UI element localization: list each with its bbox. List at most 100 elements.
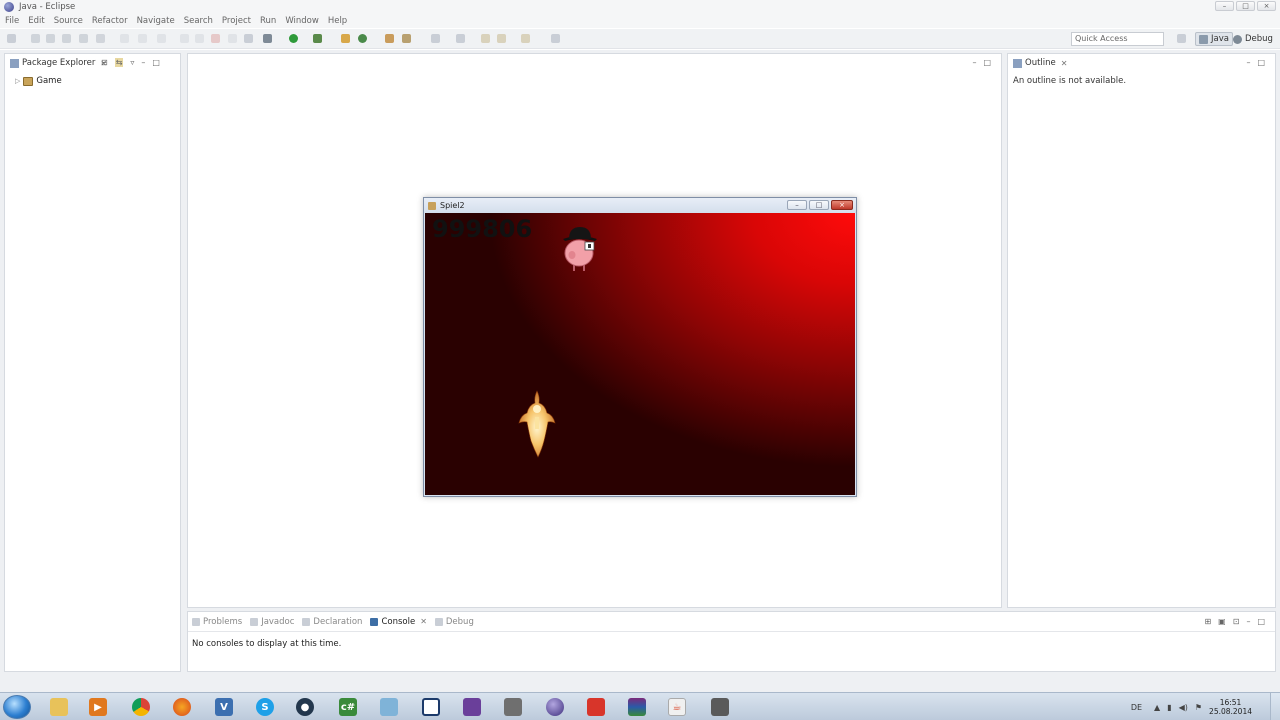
game-close-button[interactable]: ×: [831, 200, 853, 210]
expand-icon[interactable]: ▷: [15, 77, 20, 85]
toolbar-icon[interactable]: [551, 34, 560, 43]
new-package-icon[interactable]: [358, 34, 367, 43]
open-type-icon[interactable]: [385, 34, 394, 43]
link-with-editor-icon[interactable]: ⇆: [114, 58, 124, 67]
menu-source[interactable]: Source: [54, 16, 83, 26]
eclipse-icon: [4, 2, 14, 12]
toolbar-icon[interactable]: [456, 34, 465, 43]
minimize-view-icon[interactable]: –: [1246, 58, 1250, 67]
toolbar-icon[interactable]: [120, 34, 129, 43]
tab-declaration[interactable]: Declaration: [302, 617, 362, 627]
tab-problems[interactable]: Problems: [192, 617, 242, 627]
steam-icon[interactable]: ●: [287, 696, 323, 718]
toolbar-icon[interactable]: [180, 34, 189, 43]
new-java-project-icon[interactable]: [341, 34, 350, 43]
tab-console[interactable]: Console ✕: [370, 617, 427, 627]
window-icon[interactable]: [413, 696, 449, 718]
menu-search[interactable]: Search: [184, 16, 213, 26]
tab-debug[interactable]: Debug: [434, 617, 474, 627]
menu-window[interactable]: Window: [285, 16, 319, 26]
other-icon[interactable]: [702, 696, 738, 718]
collapse-all-icon[interactable]: ⊟: [101, 58, 108, 67]
close-icon[interactable]: ✕: [1061, 59, 1068, 68]
tree-item-game[interactable]: ▷ Game: [15, 76, 62, 86]
open-console-icon[interactable]: ⊞: [1204, 617, 1211, 626]
menu-edit[interactable]: Edit: [28, 16, 44, 26]
perspective-java-button[interactable]: Java: [1195, 32, 1233, 46]
start-button[interactable]: [3, 695, 31, 719]
menu-refactor[interactable]: Refactor: [92, 16, 128, 26]
suspend-icon[interactable]: [195, 34, 204, 43]
minimize-view-icon[interactable]: –: [1246, 617, 1250, 626]
chrome-icon[interactable]: [123, 696, 159, 718]
java-icon[interactable]: ☕: [659, 696, 695, 718]
file-explorer-icon[interactable]: [41, 696, 77, 718]
game-icon[interactable]: [495, 696, 531, 718]
game-window-titlebar[interactable]: Spiel2 – □ ×: [424, 198, 856, 213]
game-canvas[interactable]: 999806: [425, 213, 855, 495]
winrar-icon[interactable]: [619, 696, 655, 718]
perspective-debug-button[interactable]: Debug: [1233, 32, 1273, 46]
back-icon[interactable]: [481, 34, 490, 43]
app-icon[interactable]: [371, 696, 407, 718]
menu-run[interactable]: Run: [260, 16, 276, 26]
action-center-icon[interactable]: ⚑: [1195, 703, 1202, 712]
maximize-editor-icon[interactable]: □: [983, 58, 991, 67]
language-indicator[interactable]: DE: [1131, 703, 1142, 712]
toolbar-icon[interactable]: [431, 34, 440, 43]
visual-studio-icon[interactable]: [454, 696, 490, 718]
volume-icon[interactable]: ◀): [1179, 703, 1188, 712]
package-explorer-tab[interactable]: Package Explorer ✕: [5, 54, 107, 72]
toolbar-icon[interactable]: [79, 34, 88, 43]
back-history-icon[interactable]: [497, 34, 506, 43]
maximize-view-icon[interactable]: □: [1257, 617, 1265, 626]
menu-file[interactable]: File: [5, 16, 19, 26]
view-menu-icon[interactable]: ▿: [130, 58, 134, 67]
close-icon[interactable]: ✕: [420, 617, 427, 626]
network-icon[interactable]: ▮: [1167, 703, 1171, 712]
maximize-button[interactable]: □: [1236, 1, 1255, 11]
clock[interactable]: 16:51 25.08.2014: [1209, 698, 1252, 716]
git-icon[interactable]: [578, 696, 614, 718]
toolbar-icon[interactable]: [228, 34, 237, 43]
vs-icon[interactable]: V: [206, 696, 242, 718]
eclipse-icon[interactable]: [537, 696, 573, 718]
minimize-editor-icon[interactable]: –: [972, 58, 976, 67]
outline-tab[interactable]: Outline ✕: [1008, 54, 1067, 72]
debug-icon[interactable]: [263, 34, 272, 43]
tray-expand-icon[interactable]: ▲: [1154, 703, 1160, 712]
open-perspective-icon[interactable]: [1177, 34, 1186, 43]
toolbar-icon[interactable]: [244, 34, 253, 43]
show-desktop-button[interactable]: [1270, 693, 1280, 720]
new-console-icon[interactable]: ⊡: [1233, 617, 1240, 626]
minimize-view-icon[interactable]: –: [141, 58, 145, 67]
maximize-view-icon[interactable]: □: [1257, 58, 1265, 67]
print-icon[interactable]: [62, 34, 71, 43]
terminate-icon[interactable]: [211, 34, 220, 43]
maximize-view-icon[interactable]: □: [152, 58, 160, 67]
toolbar-icon[interactable]: [138, 34, 147, 43]
run-icon[interactable]: [289, 34, 298, 43]
toolbar-icon[interactable]: [157, 34, 166, 43]
quick-access-input[interactable]: Quick Access: [1071, 32, 1164, 46]
save-all-icon[interactable]: [46, 34, 55, 43]
search-icon[interactable]: [402, 34, 411, 43]
menu-navigate[interactable]: Navigate: [137, 16, 175, 26]
menu-help[interactable]: Help: [328, 16, 347, 26]
display-console-icon[interactable]: ▣: [1218, 617, 1226, 626]
tab-javadoc[interactable]: Javadoc: [250, 617, 294, 627]
game-maximize-button[interactable]: □: [809, 200, 829, 210]
skype-icon[interactable]: S: [247, 696, 283, 718]
menu-project[interactable]: Project: [222, 16, 251, 26]
game-minimize-button[interactable]: –: [787, 200, 807, 210]
coverage-icon[interactable]: [313, 34, 322, 43]
forward-icon[interactable]: [521, 34, 530, 43]
save-icon[interactable]: [31, 34, 40, 43]
media-player-icon[interactable]: ▶: [80, 696, 116, 718]
new-icon[interactable]: [7, 34, 16, 43]
close-button[interactable]: ×: [1257, 1, 1276, 11]
csharp-icon[interactable]: c#: [330, 696, 366, 718]
firefox-icon[interactable]: [164, 696, 200, 718]
minimize-button[interactable]: –: [1215, 1, 1234, 11]
toolbar-icon[interactable]: [96, 34, 105, 43]
